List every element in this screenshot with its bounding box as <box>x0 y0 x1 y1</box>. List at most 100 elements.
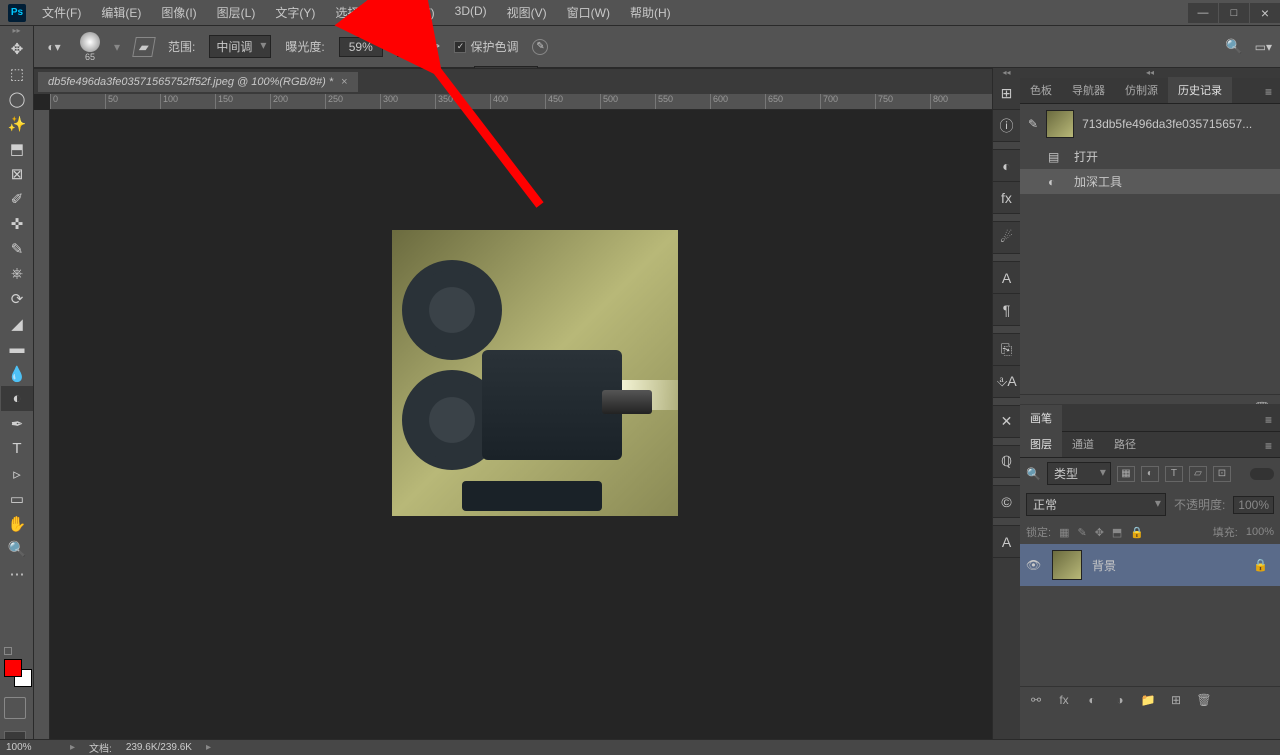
filter-shape-icon[interactable]: ▱ <box>1189 466 1207 482</box>
close-doc-icon[interactable]: × <box>341 76 347 88</box>
edit-toolbar[interactable]: ⋯ <box>1 561 33 586</box>
close-button[interactable]: × <box>1250 3 1280 23</box>
pressure-size-icon[interactable]: ✎ <box>532 39 548 55</box>
tab-layers[interactable]: 图层 <box>1020 431 1062 457</box>
fx-icon[interactable]: fx <box>1054 693 1074 707</box>
history-snapshot-row[interactable]: ✎ 713db5fe496da3fe035715657... <box>1020 104 1280 144</box>
blur-tool[interactable]: 💧 <box>1 361 33 386</box>
hand-tool[interactable]: ✋ <box>1 511 33 536</box>
zoom-tool[interactable]: 🔍 <box>1 536 33 561</box>
tab-channels[interactable]: 通道 <box>1062 431 1104 457</box>
history-brush-source-icon[interactable]: ✎ <box>1028 117 1038 131</box>
filter-toggle[interactable] <box>1250 468 1274 480</box>
filter-type-select[interactable]: 类型 <box>1047 462 1111 485</box>
path-select-tool[interactable]: ▹ <box>1 461 33 486</box>
exposure-dropdown[interactable]: ▾ <box>397 37 415 57</box>
type-tool[interactable]: T <box>1 436 33 461</box>
lock-pixels-icon[interactable]: ▦ <box>1059 526 1069 539</box>
mask-icon[interactable]: ◐ <box>1082 693 1102 707</box>
lock-all-icon[interactable]: 🔒 <box>1130 526 1144 539</box>
fill-value[interactable]: 100% <box>1246 526 1274 538</box>
menu-help[interactable]: 帮助(H) <box>622 0 679 25</box>
quickmask-toggle[interactable] <box>4 697 26 719</box>
zoom-value[interactable]: 100% <box>6 742 56 753</box>
minimize-button[interactable]: — <box>1188 3 1218 23</box>
move-tool[interactable]: ✥ <box>1 36 33 61</box>
menu-filter[interactable]: 滤镜(T) <box>387 0 442 25</box>
filter-smart-icon[interactable]: ⊡ <box>1213 466 1231 482</box>
workspace-switcher[interactable]: ▭▾ <box>1255 40 1272 54</box>
tool-presets-icon[interactable]: ✕ <box>993 406 1020 438</box>
stamp-tool[interactable]: ⎈ <box>1 261 33 286</box>
filter-type-icon[interactable]: T <box>1165 466 1183 482</box>
pressure-opacity-icon[interactable]: ✑ <box>429 38 441 55</box>
blend-mode-select[interactable]: 正常 <box>1026 493 1166 516</box>
healing-tool[interactable]: ✜ <box>1 211 33 236</box>
pen-tool[interactable]: ✒ <box>1 411 33 436</box>
cc-libs-icon[interactable]: © <box>993 486 1020 518</box>
lock-pos-icon[interactable]: ✥ <box>1095 526 1104 539</box>
panel-menu-icon[interactable]: ≡ <box>1257 81 1280 103</box>
menu-edit[interactable]: 编辑(E) <box>93 0 149 25</box>
learn-icon[interactable]: ℚ <box>993 446 1020 478</box>
menu-3d[interactable]: 3D(D) <box>447 0 495 25</box>
range-select[interactable]: 中间调 <box>209 35 271 58</box>
link-layers-icon[interactable]: ⚯ <box>1026 693 1046 707</box>
tab-clone-source[interactable]: 仿制源 <box>1115 77 1168 103</box>
menu-file[interactable]: 文件(F) <box>34 0 89 25</box>
libraries-icon[interactable]: ⊞ <box>993 78 1020 110</box>
lasso-tool[interactable]: ◯ <box>1 86 33 111</box>
adjustments-icon[interactable]: ◐ <box>993 150 1020 182</box>
panel-menu-icon[interactable]: ≡ <box>1257 409 1280 431</box>
adjustment-layer-icon[interactable]: ◑ <box>1110 693 1130 707</box>
visibility-icon[interactable]: 👁 <box>1026 558 1042 572</box>
brush-dropdown-icon[interactable]: ▾ <box>114 40 120 54</box>
new-layer-icon[interactable]: ⊞ <box>1166 693 1186 707</box>
brushes-icon[interactable]: ☄ <box>993 222 1020 254</box>
styles-icon[interactable]: fx <box>993 182 1020 214</box>
foreground-color[interactable] <box>4 659 22 677</box>
lock-artboard-icon[interactable]: ⬒ <box>1112 526 1122 539</box>
info-icon[interactable]: ⓘ <box>993 110 1020 142</box>
eyedropper-tool[interactable]: ✐ <box>1 186 33 211</box>
maximize-button[interactable]: □ <box>1219 3 1249 23</box>
menu-select[interactable]: 选择(S) <box>327 0 383 25</box>
menu-window[interactable]: 窗口(W) <box>559 0 618 25</box>
shape-tool[interactable]: ▭ <box>1 486 33 511</box>
history-brush-tool[interactable]: ⟳ <box>1 286 33 311</box>
layer-thumb[interactable] <box>1052 550 1082 580</box>
lock-icon[interactable]: 🔒 <box>1253 558 1274 572</box>
collapse-panels-icon[interactable]: ◂◂ <box>993 68 1020 78</box>
menu-layer[interactable]: 图层(L) <box>209 0 264 25</box>
filter-pixel-icon[interactable]: ▦ <box>1117 466 1135 482</box>
menu-image[interactable]: 图像(I) <box>153 0 204 25</box>
char-styles-icon[interactable]: ⎘ <box>993 334 1020 366</box>
glyphs-icon[interactable]: A <box>993 526 1020 558</box>
toolbox-collapse-icon[interactable]: ▸▸ <box>0 26 33 36</box>
menu-type[interactable]: 文字(Y) <box>267 0 323 25</box>
frame-tool[interactable]: ⊠ <box>1 161 33 186</box>
tab-brush[interactable]: 画笔 <box>1020 405 1062 431</box>
layer-name[interactable]: 背景 <box>1092 557 1116 574</box>
swap-colors-icon[interactable] <box>4 647 12 655</box>
protect-tones-checkbox[interactable]: ✓ 保护色调 <box>454 38 518 55</box>
lock-paint-icon[interactable]: ✎ <box>1077 526 1086 539</box>
paragraph-icon[interactable]: ¶ <box>993 294 1020 326</box>
para-styles-icon[interactable]: ⎀A <box>993 366 1020 398</box>
group-icon[interactable]: 📁 <box>1138 693 1158 707</box>
canvas-viewport[interactable] <box>50 110 1020 739</box>
status-arrow-icon[interactable]: ▸ <box>70 742 75 753</box>
tool-preset-picker[interactable]: ◐▾ <box>42 37 66 57</box>
menu-view[interactable]: 视图(V) <box>499 0 555 25</box>
layer-row-background[interactable]: 👁 背景 🔒 <box>1020 544 1280 586</box>
tab-paths[interactable]: 路径 <box>1104 431 1146 457</box>
exposure-input[interactable]: 59% <box>339 37 383 57</box>
brush-tool[interactable]: ✎ <box>1 236 33 261</box>
history-item-burn[interactable]: ◐ 加深工具 <box>1020 169 1280 194</box>
document-canvas[interactable] <box>392 230 678 516</box>
eraser-tool[interactable]: ◢ <box>1 311 33 336</box>
status-menu-icon[interactable]: ▸ <box>206 742 211 753</box>
search-icon[interactable]: 🔍 <box>1026 467 1041 481</box>
tab-swatches[interactable]: 色板 <box>1020 77 1062 103</box>
opacity-value[interactable]: 100% <box>1233 496 1274 514</box>
